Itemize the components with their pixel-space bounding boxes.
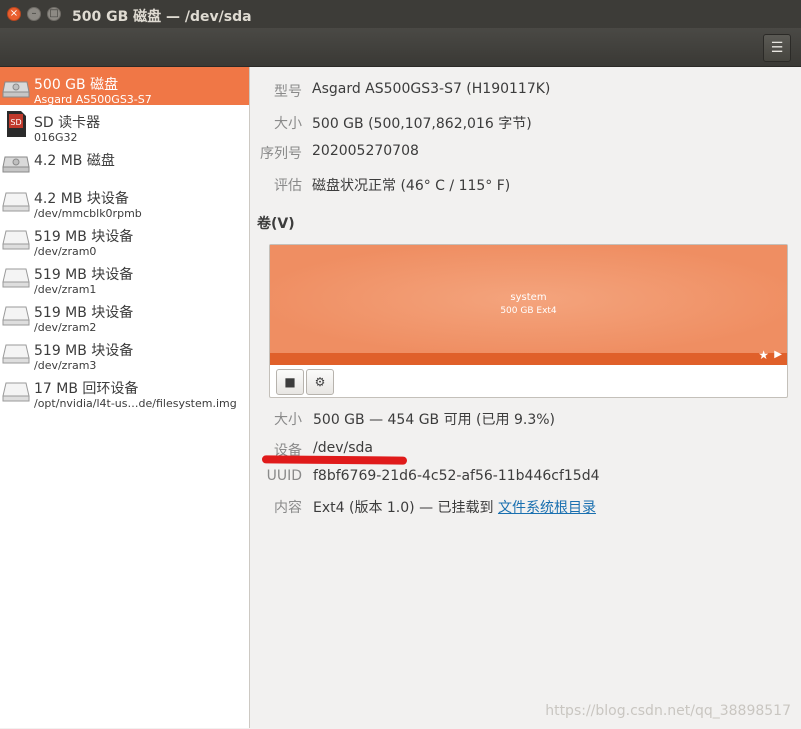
- sidebar-item-label: 500 GB 磁盘: [34, 77, 119, 93]
- drive-details-panel: 型号 Asgard AS500GS3-S7 (H190117K) 大小 500 …: [250, 67, 801, 728]
- property-label: UUID: [266, 468, 302, 484]
- star-icon: ★: [758, 348, 769, 362]
- sidebar-item-sublabel: /dev/zram2: [34, 321, 97, 333]
- device-sidebar: 500 GB 磁盘 Asgard AS500GS3-S7 SD SD 读卡器 0…: [0, 67, 250, 728]
- sidebar-item-zram0[interactable]: 519 MB 块设备 /dev/zram0: [0, 219, 249, 257]
- window-title: 500 GB 磁盘 — /dev/sda: [72, 9, 252, 25]
- sidebar-item-label: 519 MB 块设备: [34, 229, 134, 245]
- sidebar-item-label: 4.2 MB 磁盘: [34, 153, 115, 169]
- hard-disk-icon: [2, 81, 30, 98]
- block-device-icon: [2, 268, 30, 288]
- drive-model-value: Asgard AS500GS3-S7 (H190117K): [312, 81, 551, 97]
- property-label: 内容: [274, 500, 302, 516]
- sidebar-item-label: 519 MB 块设备: [34, 267, 134, 283]
- sidebar-item-label: SD 读卡器: [34, 115, 101, 131]
- watermark-text: https://blog.csdn.net/qq_38898517: [545, 703, 791, 719]
- block-device-icon: [2, 306, 30, 326]
- sidebar-item-label: 17 MB 回环设备: [34, 381, 139, 397]
- sidebar-item-mmcblk0rpmb[interactable]: 4.2 MB 块设备 /dev/mmcblk0rpmb: [0, 181, 249, 219]
- partition-selection-strip: [270, 353, 787, 365]
- sidebar-item-sd-reader[interactable]: SD SD 读卡器 016G32: [0, 105, 249, 143]
- volume-device-value: /dev/sda: [313, 440, 373, 456]
- header-bar: ☰: [0, 28, 801, 67]
- title-bar: × – □ 500 GB 磁盘 — /dev/sda: [0, 0, 801, 28]
- sidebar-item-label: 519 MB 块设备: [34, 305, 134, 321]
- maximize-window-button[interactable]: □: [47, 7, 61, 21]
- partition-name: system: [510, 292, 547, 303]
- hard-disk-icon: [2, 156, 30, 173]
- svg-text:SD: SD: [10, 118, 21, 127]
- volumes-heading: 卷(V): [257, 216, 295, 232]
- red-underline-annotation: [261, 455, 408, 465]
- sidebar-item-500gb-disk[interactable]: 500 GB 磁盘 Asgard AS500GS3-S7: [0, 67, 249, 105]
- disks-window: × – □ 500 GB 磁盘 — /dev/sda ☰ 500 GB 磁盘 A…: [0, 0, 801, 729]
- volume-contents-value: Ext4 (版本 1.0) — 已挂载到 文件系统根目录: [313, 497, 596, 517]
- partition-options-button[interactable]: ⚙: [306, 369, 334, 395]
- drive-assessment-value: 磁盘状况正常 (46° C / 115° F): [312, 178, 511, 194]
- property-label: 评估: [274, 178, 302, 194]
- menu-button[interactable]: ☰: [763, 34, 791, 62]
- sd-card-icon: SD: [7, 111, 26, 137]
- partition-size: 500 GB Ext4: [500, 306, 557, 316]
- play-icon: ▶: [774, 349, 782, 360]
- block-device-icon: [2, 230, 30, 250]
- sidebar-item-loop-device[interactable]: 17 MB 回环设备 /opt/nvidia/l4t-us…de/filesys…: [0, 371, 249, 409]
- sidebar-item-sublabel: /dev/zram0: [34, 245, 97, 257]
- sidebar-item-zram2[interactable]: 519 MB 块设备 /dev/zram2: [0, 295, 249, 333]
- sidebar-item-sublabel: /dev/zram3: [34, 359, 97, 371]
- close-window-button[interactable]: ×: [7, 7, 21, 21]
- volume-map: system 500 GB Ext4 ★ ▶ ■ ⚙: [269, 244, 788, 398]
- partition-system[interactable]: system 500 GB Ext4: [270, 245, 787, 353]
- sidebar-item-label: 519 MB 块设备: [34, 343, 134, 359]
- drive-serial-value: 202005270708: [312, 143, 419, 159]
- sidebar-item-zram1[interactable]: 519 MB 块设备 /dev/zram1: [0, 257, 249, 295]
- block-device-icon: [2, 382, 30, 402]
- sidebar-item-sublabel: /dev/mmcblk0rpmb: [34, 207, 142, 219]
- sidebar-item-sublabel: 016G32: [34, 131, 78, 143]
- property-label: 型号: [274, 84, 302, 100]
- hamburger-icon: ☰: [770, 40, 784, 56]
- property-label: 序列号: [260, 146, 302, 162]
- drive-size-value: 500 GB (500,107,862,016 字节): [312, 116, 532, 132]
- block-device-icon: [2, 192, 30, 212]
- contents-text: Ext4 (版本 1.0) — 已挂载到: [313, 500, 498, 516]
- sidebar-item-sublabel: /opt/nvidia/l4t-us…de/filesystem.img: [34, 397, 237, 409]
- sidebar-item-sublabel: Asgard AS500GS3-S7: [34, 93, 152, 105]
- volume-size-value: 500 GB — 454 GB 可用 (已用 9.3%): [313, 412, 555, 428]
- property-label: 大小: [274, 116, 302, 132]
- sidebar-item-sublabel: /dev/zram1: [34, 283, 97, 295]
- minimize-window-button[interactable]: –: [27, 7, 41, 21]
- property-label: 大小: [274, 412, 302, 428]
- block-device-icon: [2, 344, 30, 364]
- sidebar-item-label: 4.2 MB 块设备: [34, 191, 129, 207]
- mount-point-link[interactable]: 文件系统根目录: [498, 500, 596, 516]
- stop-icon: ■: [284, 375, 296, 389]
- sidebar-item-4mb-disk[interactable]: 4.2 MB 磁盘: [0, 143, 249, 181]
- gear-icon: ⚙: [314, 375, 326, 389]
- unmount-button[interactable]: ■: [276, 369, 304, 395]
- volume-uuid-value: f8bf6769-21d6-4c52-af56-11b446cf15d4: [313, 468, 600, 484]
- sidebar-item-zram3[interactable]: 519 MB 块设备 /dev/zram3: [0, 333, 249, 371]
